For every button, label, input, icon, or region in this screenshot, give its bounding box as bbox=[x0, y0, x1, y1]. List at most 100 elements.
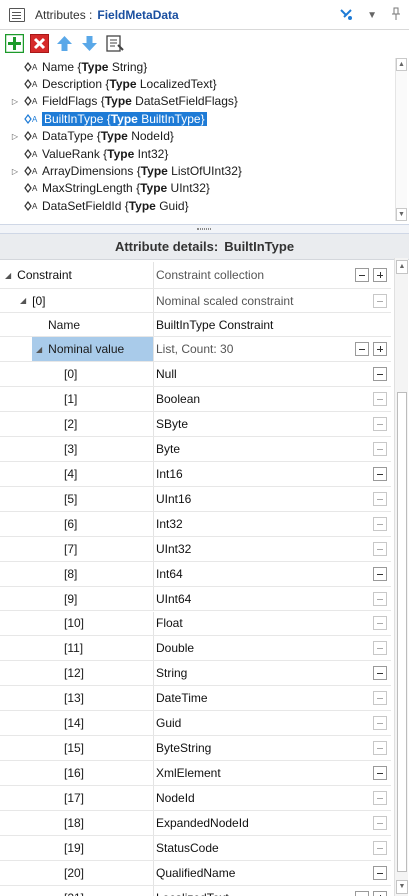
value-text[interactable]: Double bbox=[154, 636, 194, 660]
item0-row[interactable]: ◢ [0] Nominal scaled constraint bbox=[0, 289, 391, 313]
move-up-button[interactable] bbox=[54, 33, 75, 54]
expand-arrow-icon[interactable]: ▷ bbox=[9, 132, 21, 141]
remove-button[interactable] bbox=[373, 841, 387, 856]
collapse-arrow-icon[interactable]: ◢ bbox=[20, 296, 26, 305]
value-text[interactable]: StatusCode bbox=[154, 836, 219, 860]
remove-button[interactable] bbox=[373, 566, 387, 581]
value-text[interactable]: Float bbox=[154, 612, 183, 636]
expand-arrow-icon[interactable]: ▷ bbox=[9, 167, 21, 176]
value-text[interactable]: Guid bbox=[154, 711, 181, 735]
nominal-value-item-row[interactable]: [16] XmlElement bbox=[0, 761, 391, 787]
value-text[interactable]: XmlElement bbox=[154, 761, 221, 785]
tree-item[interactable]: A Name {Type String} bbox=[2, 58, 409, 75]
tree-item[interactable]: A BuiltInType {Type BuiltInType} bbox=[2, 110, 409, 127]
value-text[interactable]: Int16 bbox=[154, 462, 183, 486]
remove-button[interactable] bbox=[373, 541, 387, 556]
nominal-value-item-row[interactable]: [2] SByte bbox=[0, 411, 391, 437]
value-text[interactable]: ExpandedNodeId bbox=[154, 811, 249, 835]
edit-list-button[interactable] bbox=[104, 33, 125, 54]
scrollbar-thumb[interactable] bbox=[397, 392, 407, 872]
tree-item[interactable]: A Description {Type LocalizedText} bbox=[2, 75, 409, 92]
move-down-button[interactable] bbox=[79, 33, 100, 54]
remove-button[interactable] bbox=[373, 441, 387, 456]
nominal-value-item-row[interactable]: [9] UInt64 bbox=[0, 586, 391, 612]
scroll-down-arrow-icon[interactable]: ▼ bbox=[396, 208, 407, 221]
remove-button[interactable] bbox=[373, 865, 387, 880]
panel-splitter[interactable] bbox=[0, 224, 409, 234]
nominal-value-item-row[interactable]: [13] DateTime bbox=[0, 686, 391, 712]
remove-button[interactable] bbox=[373, 591, 387, 606]
remove-button[interactable] bbox=[373, 366, 387, 381]
tree-item[interactable]: A ValueRank {Type Int32} bbox=[2, 145, 409, 162]
splitter-grip-icon[interactable] bbox=[197, 228, 211, 230]
remove-button[interactable] bbox=[355, 342, 369, 356]
nominal-value-item-row[interactable]: [20] QualifiedName bbox=[0, 861, 391, 886]
value-text[interactable]: Int64 bbox=[154, 562, 183, 586]
nominal-value-item-row[interactable]: [0] Null bbox=[0, 362, 391, 387]
scroll-down-arrow-icon[interactable]: ▼ bbox=[396, 880, 408, 894]
tree-scrollbar[interactable]: ▲ ▼ bbox=[395, 58, 407, 221]
tree-item[interactable]: A DataSetFieldId {Type Guid} bbox=[2, 197, 409, 214]
collapse-arrow-icon[interactable]: ◢ bbox=[5, 271, 11, 280]
remove-button[interactable] bbox=[373, 691, 387, 706]
nominal-value-row[interactable]: ◢ Nominal value List, Count: 30 bbox=[0, 337, 391, 362]
nominal-value-item-row[interactable]: [21] LocalizedText bbox=[0, 885, 391, 896]
tree-item[interactable]: ▷ A DataType {Type NodeId} bbox=[2, 128, 409, 145]
remove-button[interactable] bbox=[373, 466, 387, 481]
tree-item[interactable]: ▷ A ArrayDimensions {Type ListOfUInt32} bbox=[2, 162, 409, 179]
nominal-value-item-row[interactable]: [7] UInt32 bbox=[0, 536, 391, 562]
nominal-value-item-row[interactable]: [11] Double bbox=[0, 636, 391, 662]
name-row[interactable]: Name BuiltInType Constraint bbox=[0, 313, 391, 337]
remove-button[interactable] bbox=[373, 616, 387, 631]
dropdown-icon[interactable]: ▼ bbox=[367, 10, 377, 21]
delete-button[interactable] bbox=[29, 33, 50, 54]
nominal-value-item-row[interactable]: [6] Int32 bbox=[0, 511, 391, 537]
value-text[interactable]: DateTime bbox=[154, 686, 208, 710]
nominal-value-item-row[interactable]: [15] ByteString bbox=[0, 736, 391, 762]
collapse-arrow-icon[interactable]: ◢ bbox=[36, 345, 42, 354]
property-grid[interactable]: ◢ Constraint Constraint collection ◢ [0]… bbox=[0, 262, 391, 896]
remove-button[interactable] bbox=[373, 791, 387, 806]
value-text[interactable]: UInt64 bbox=[154, 587, 191, 611]
nominal-value-item-row[interactable]: [4] Int16 bbox=[0, 461, 391, 487]
nominal-value-item-row[interactable]: [14] Guid bbox=[0, 711, 391, 737]
constraint-row[interactable]: ◢ Constraint Constraint collection bbox=[0, 262, 391, 289]
nominal-value-item-row[interactable]: [12] String bbox=[0, 661, 391, 687]
nominal-value-item-row[interactable]: [8] Int64 bbox=[0, 561, 391, 587]
remove-button[interactable] bbox=[373, 293, 387, 308]
remove-button[interactable] bbox=[373, 391, 387, 406]
nominal-value-item-row[interactable]: [10] Float bbox=[0, 611, 391, 637]
nominal-value-item-row[interactable]: [1] Boolean bbox=[0, 386, 391, 412]
remove-button[interactable] bbox=[373, 816, 387, 831]
remove-button[interactable] bbox=[373, 741, 387, 756]
tree-item[interactable]: ▷ A FieldFlags {Type DataSetFieldFlags} bbox=[2, 93, 409, 110]
nominal-value-item-row[interactable]: [17] NodeId bbox=[0, 786, 391, 812]
remove-button[interactable] bbox=[373, 666, 387, 681]
grid-scrollbar[interactable]: ▲ ▼ bbox=[394, 258, 408, 896]
value-text[interactable]: String bbox=[154, 661, 187, 685]
filter-pin-icon[interactable] bbox=[339, 7, 353, 24]
nominal-value-item-row[interactable]: [18] ExpandedNodeId bbox=[0, 811, 391, 837]
scroll-up-arrow-icon[interactable]: ▲ bbox=[396, 58, 407, 71]
name-value[interactable]: BuiltInType Constraint bbox=[154, 313, 273, 336]
tree-item[interactable]: A MaxStringLength {Type UInt32} bbox=[2, 180, 409, 197]
attribute-tree[interactable]: A Name {Type String} A Description {Type Lo… bbox=[2, 58, 409, 218]
value-text[interactable]: SByte bbox=[154, 412, 188, 436]
nominal-value-item-row[interactable]: [19] StatusCode bbox=[0, 836, 391, 861]
add-item-button[interactable] bbox=[373, 890, 387, 896]
remove-button[interactable] bbox=[373, 766, 387, 781]
expand-arrow-icon[interactable]: ▷ bbox=[9, 97, 21, 106]
value-text[interactable]: QualifiedName bbox=[154, 861, 235, 885]
value-text[interactable]: ByteString bbox=[154, 736, 211, 760]
value-text[interactable]: Int32 bbox=[154, 512, 183, 536]
remove-button[interactable] bbox=[373, 491, 387, 506]
value-text[interactable]: UInt32 bbox=[154, 537, 191, 561]
remove-button[interactable] bbox=[355, 268, 369, 282]
value-text[interactable]: Null bbox=[154, 362, 177, 386]
remove-button[interactable] bbox=[373, 516, 387, 531]
remove-button[interactable] bbox=[355, 890, 369, 896]
remove-button[interactable] bbox=[373, 716, 387, 731]
value-text[interactable]: NodeId bbox=[154, 786, 195, 810]
remove-button[interactable] bbox=[373, 416, 387, 431]
add-item-button[interactable] bbox=[373, 268, 387, 282]
